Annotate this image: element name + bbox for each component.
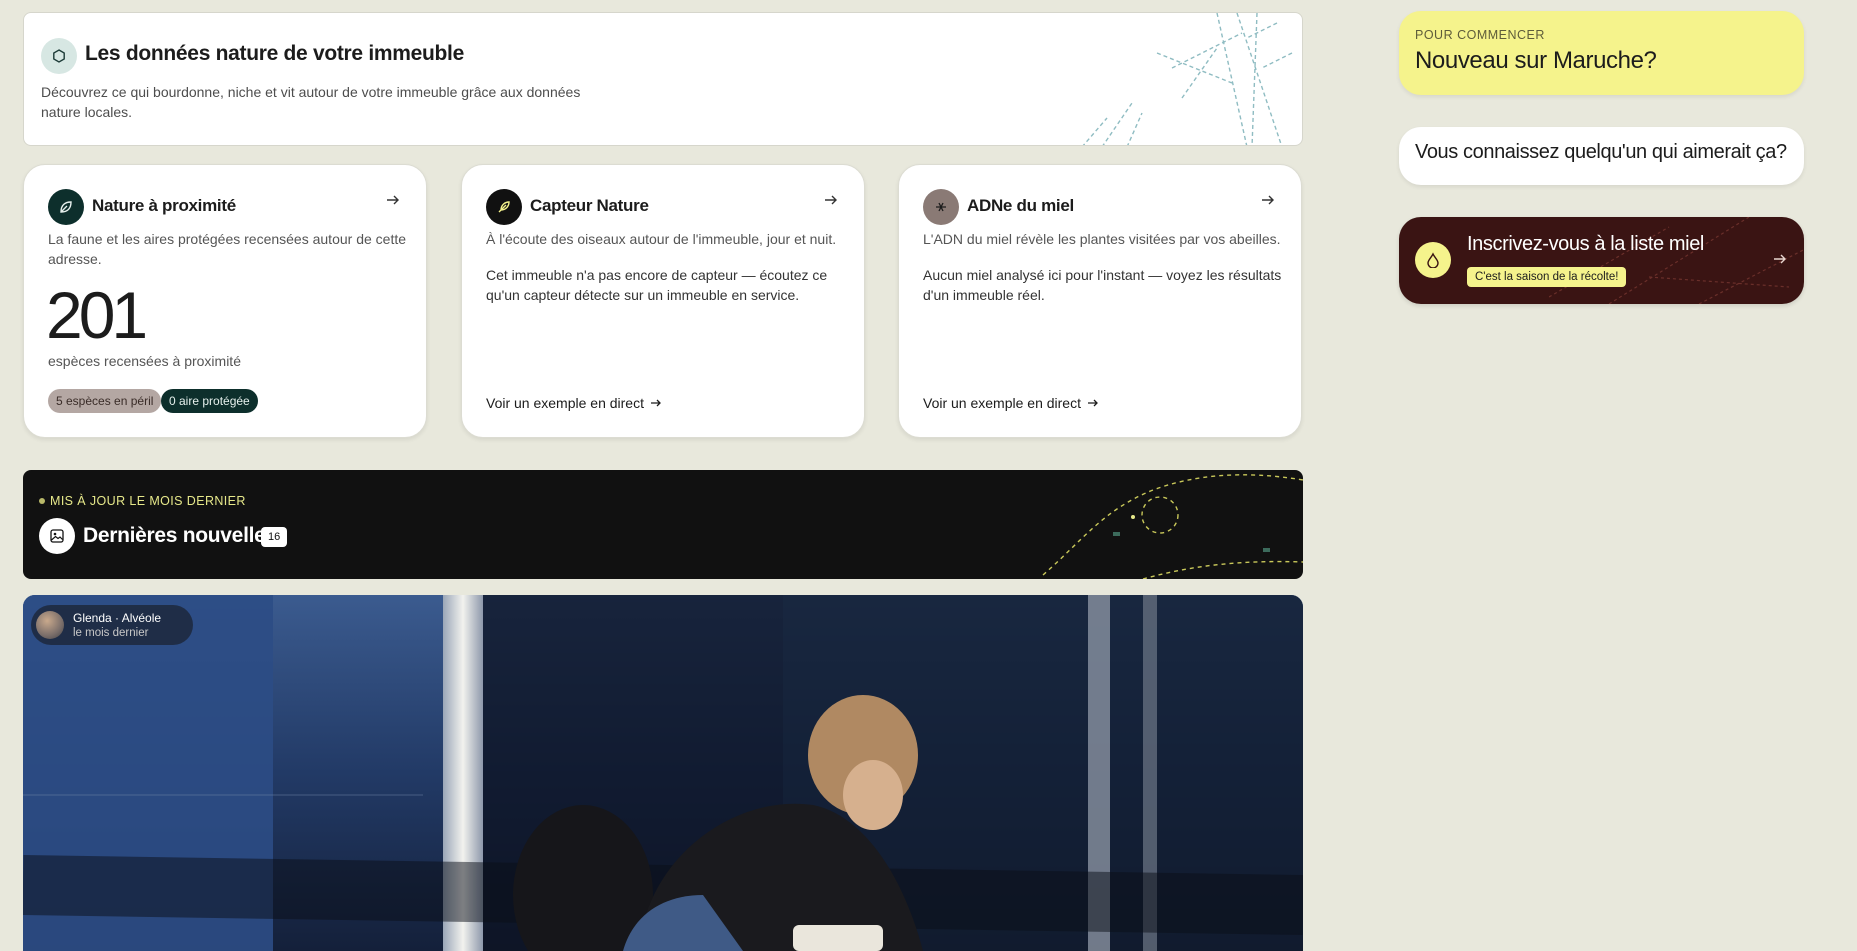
honey-list-title: Inscrivez-vous à la liste miel: [1467, 233, 1704, 255]
avatar: [36, 611, 64, 639]
getting-started-kicker: POUR COMMENCER: [1415, 28, 1545, 42]
card-title: ADNe du miel: [967, 196, 1074, 215]
nature-data-header: Les données nature de votre immeuble Déc…: [23, 12, 1303, 146]
latest-news-header: MIS À JOUR LE MOIS DERNIER Dernières nou…: [23, 470, 1303, 579]
decorative-plant-pattern: [1082, 13, 1293, 145]
card-description: La faune et les aires protégées recensée…: [48, 231, 407, 267]
live-example-link[interactable]: Voir un exemple en direct: [923, 395, 1099, 411]
card-honey-edna[interactable]: ADNe du miel L'ADN du miel révèle les pl…: [898, 164, 1302, 438]
card-note: Aucun miel analysé ici pour l'instant — …: [923, 267, 1282, 303]
card-nature-nearby[interactable]: Nature à proximité La faune et les aires…: [23, 164, 427, 438]
card-note: Cet immeuble n'a pas encore de capteur —…: [486, 267, 828, 303]
referral-title: Vous connaissez quelqu'un qui aimerait ç…: [1415, 141, 1787, 163]
arrow-right-icon: [650, 399, 661, 407]
link-label: Voir un exemple en direct: [486, 395, 644, 411]
drop-icon: [1415, 242, 1451, 278]
arrow-right-icon: [1087, 399, 1098, 407]
news-post-photo[interactable]: Glenda · Alvéole le mois dernier: [23, 595, 1303, 951]
decorative-pattern: [1549, 217, 1804, 304]
arrow-right-icon[interactable]: [384, 191, 402, 209]
feather-icon: [486, 189, 522, 225]
referral-card[interactable]: Vous connaissez quelqu'un qui aimerait ç…: [1399, 127, 1804, 185]
honey-list-signup-card[interactable]: Inscrivez-vous à la liste miel C'est la …: [1399, 217, 1804, 304]
updated-label: MIS À JOUR LE MOIS DERNIER: [50, 494, 246, 508]
card-nature-sensor[interactable]: Capteur Nature À l'écoute des oiseaux au…: [461, 164, 865, 438]
status-dot: [39, 498, 45, 504]
dna-icon: [923, 189, 959, 225]
getting-started-card[interactable]: POUR COMMENCER Nouveau sur Maruche?: [1399, 11, 1804, 95]
post-photo: [23, 595, 1303, 951]
harvest-season-badge: C'est la saison de la récolte!: [1467, 267, 1627, 287]
leaf-icon: [48, 189, 84, 225]
card-title: Nature à proximité: [92, 196, 236, 215]
species-count-label: espèces recensées à proximité: [48, 353, 241, 369]
page-title: Les données nature de votre immeuble: [85, 42, 464, 65]
endangered-species-badge: 5 espèces en péril: [48, 389, 162, 413]
protected-area-badge: 0 aire protégée: [161, 389, 258, 413]
news-title: Dernières nouvelles: [83, 524, 277, 547]
post-time: le mois dernier: [73, 627, 149, 639]
arrow-right-icon[interactable]: [1772, 251, 1788, 267]
card-description: L'ADN du miel révèle les plantes visitée…: [923, 231, 1281, 247]
card-title: Capteur Nature: [530, 196, 649, 215]
post-author-chip[interactable]: Glenda · Alvéole le mois dernier: [31, 605, 193, 645]
updated-tag: MIS À JOUR LE MOIS DERNIER: [39, 494, 246, 508]
species-count: 201: [46, 278, 148, 352]
page: Les données nature de votre immeuble Déc…: [0, 0, 1857, 951]
card-description: À l'écoute des oiseaux autour de l'immeu…: [486, 231, 837, 247]
page-description: Découvrez ce qui bourdonne, niche et vit…: [41, 84, 581, 120]
image-icon: [39, 518, 75, 554]
arrow-right-icon[interactable]: [1259, 191, 1277, 209]
author-name: Glenda · Alvéole: [73, 611, 162, 625]
link-label: Voir un exemple en direct: [923, 395, 1081, 411]
decorative-bee-path: [1042, 474, 1303, 579]
hexagon-icon: [41, 38, 77, 74]
getting-started-title: Nouveau sur Maruche?: [1415, 47, 1657, 74]
live-example-link[interactable]: Voir un exemple en direct: [486, 395, 662, 411]
news-count-badge: 16: [261, 527, 288, 547]
arrow-right-icon[interactable]: [822, 191, 840, 209]
